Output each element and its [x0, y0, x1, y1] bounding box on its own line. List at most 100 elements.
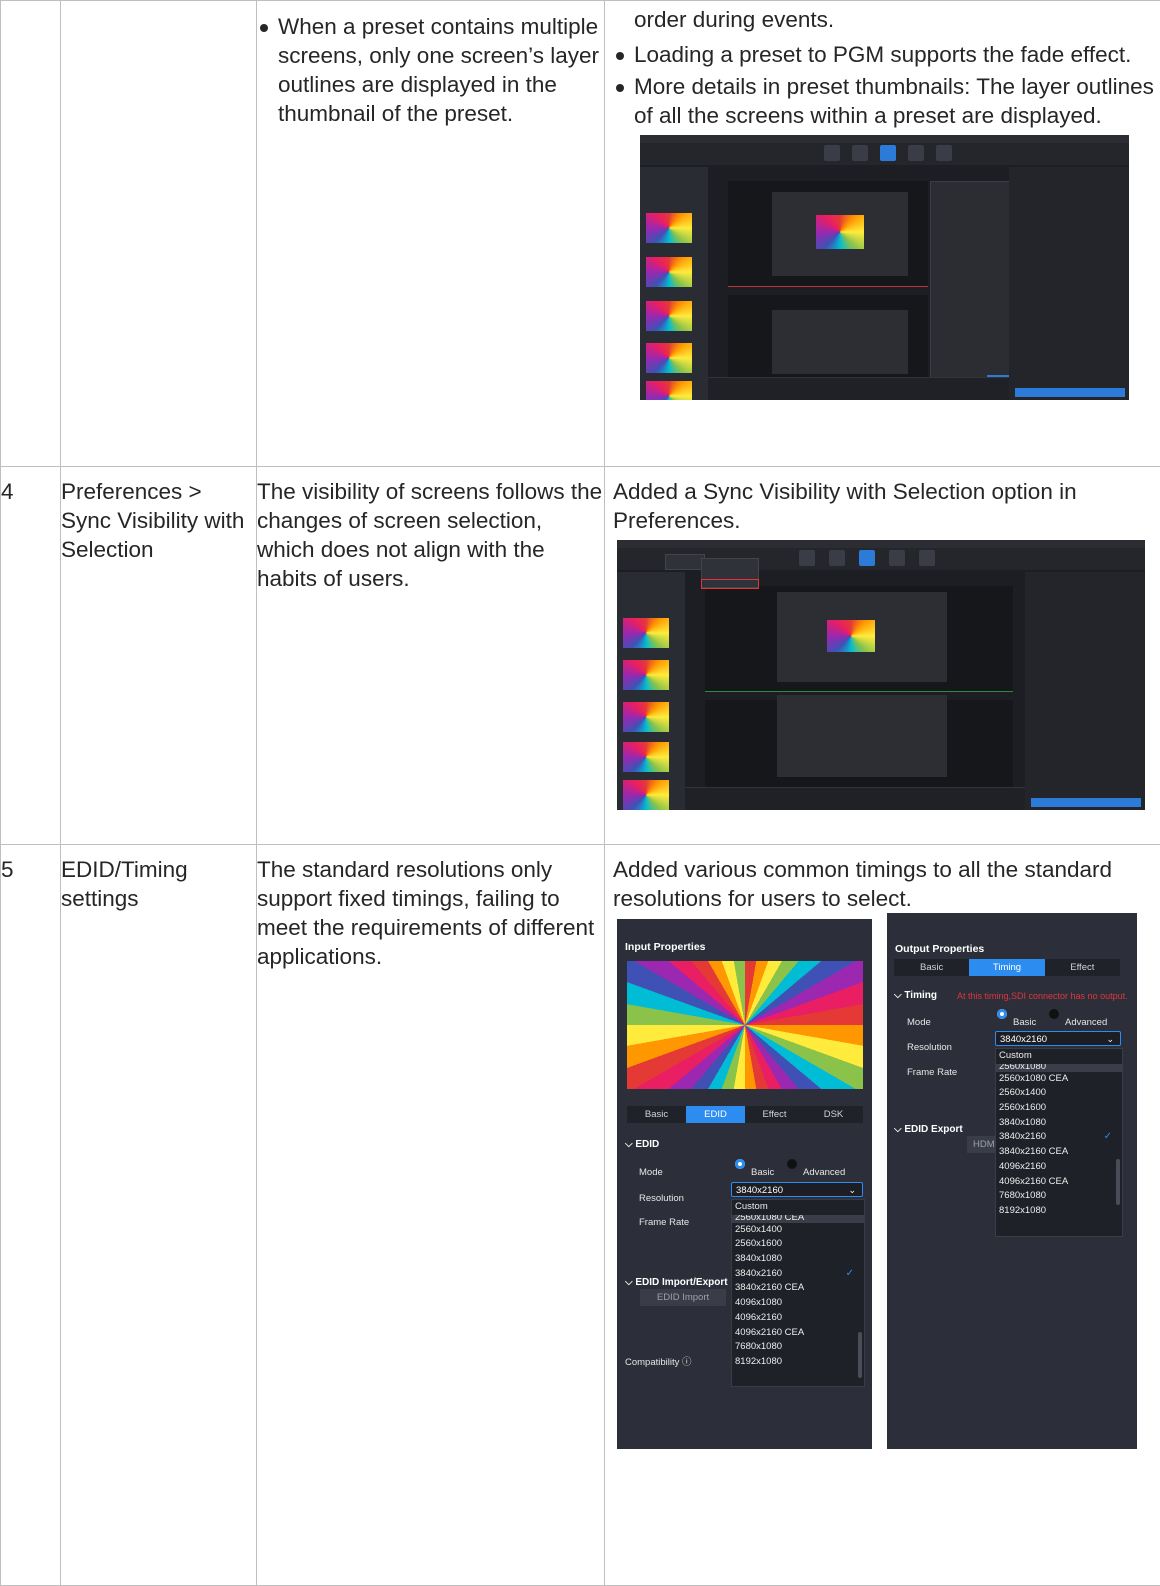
continued-text: order during events. — [613, 5, 1160, 34]
tab-effect[interactable]: Effect — [1045, 959, 1120, 976]
add-button[interactable] — [1031, 798, 1141, 807]
optimization-bullet: Loading a preset to PGM supports the fad… — [613, 40, 1160, 69]
dropdown-option[interactable]: 4096x2160 — [996, 1160, 1122, 1175]
problem-bullet: When a preset contains multiple screens,… — [257, 12, 604, 128]
resolution-dropdown[interactable]: Custom 2560x1080 2560x1080 CEA 2560x1400… — [995, 1048, 1123, 1237]
dropdown-scrollbar[interactable] — [1116, 1159, 1120, 1205]
dropdown-option-selected[interactable]: 3840x2160 ✓ — [732, 1267, 864, 1282]
timing-section-header[interactable]: ⌵ Timing — [894, 981, 937, 1010]
input-thumbnail — [623, 660, 669, 690]
problem-cell: The standard resolutions only support fi… — [257, 845, 605, 1586]
feature-cell — [61, 1, 257, 467]
dropdown-option[interactable]: 2560x1080 CEA — [996, 1072, 1122, 1087]
feature-cell: EDID/Timing settings — [61, 845, 257, 1586]
tab-effect[interactable]: Effect — [745, 1106, 804, 1123]
programming-nav-icon — [880, 145, 896, 161]
optimization-bullet: More details in preset thumbnails: The l… — [613, 72, 1160, 130]
preview-image — [816, 215, 864, 249]
dropdown-option[interactable]: 2560x1600 — [996, 1101, 1122, 1116]
screen-nav-icon — [829, 550, 845, 566]
input-thumbnail — [623, 702, 669, 732]
dropdown-option[interactable]: 4096x2160 — [732, 1311, 864, 1326]
edid-section-title: EDID — [635, 1139, 659, 1150]
output-properties-panel: Output Properties Basic Timing Effect ⌵ … — [887, 913, 1137, 1449]
mode-advanced-radio[interactable] — [1049, 1009, 1059, 1019]
dropdown-option[interactable]: 2560x1600 — [732, 1237, 864, 1252]
tab-timing[interactable]: Timing — [969, 959, 1044, 976]
dropdown-option[interactable]: Custom — [732, 1200, 864, 1215]
programming-nav-icon — [859, 550, 875, 566]
checkmark-icon: ✓ — [846, 1267, 854, 1282]
screen-nav-icon — [852, 145, 868, 161]
dropdown-option[interactable]: 7680x1080 — [996, 1189, 1122, 1204]
edid-import-export-title: EDID Import/Export — [635, 1277, 727, 1288]
input-thumbnail — [646, 343, 692, 373]
optimization-cell: order during events. Loading a preset to… — [605, 1, 1160, 467]
option-label: 3840x2160 — [735, 1268, 782, 1279]
optimization-text: Added a Sync Visibility with Selection o… — [613, 477, 1160, 535]
table-row: 4 Preferences > Sync Visibility with Sel… — [1, 467, 1160, 845]
edid-section-header[interactable]: ⌵ EDID — [625, 1130, 659, 1159]
resolution-value: 3840x2160 — [1000, 1034, 1047, 1045]
input-thumbnail — [646, 213, 692, 243]
dropdown-option[interactable]: 8192x1080 — [996, 1204, 1122, 1219]
input-thumbnail — [623, 618, 669, 648]
program-screen — [777, 695, 947, 777]
feature-table: When a preset contains multiple screens,… — [0, 0, 1160, 1586]
properties-screenshots: Input Properties Basic EDID Effect DSK ⌵… — [613, 913, 1160, 1453]
preset-panel — [1025, 572, 1145, 810]
mode-advanced-radio[interactable] — [787, 1159, 797, 1169]
mode-basic-radio[interactable] — [735, 1159, 745, 1169]
mode-basic-radio[interactable] — [997, 1009, 1007, 1019]
dropdown-option[interactable]: 4096x2160 CEA — [996, 1175, 1122, 1190]
add-button[interactable] — [1015, 388, 1125, 397]
dropdown-option[interactable]: 2560x1080 — [996, 1064, 1122, 1072]
chevron-down-icon: ⌄ — [1106, 1032, 1114, 1047]
device-nav-icon — [799, 550, 815, 566]
dropdown-option[interactable]: 2560x1400 — [732, 1223, 864, 1238]
table-row: 5 EDID/Timing settings The standard reso… — [1, 845, 1160, 1586]
device-nav-icon — [824, 145, 840, 161]
input-preview-image — [627, 961, 863, 1089]
dropdown-option[interactable]: 4096x2160 CEA — [732, 1326, 864, 1341]
dropdown-option[interactable]: 3840x2160 CEA — [732, 1281, 864, 1296]
dropdown-option[interactable]: 3840x1080 — [732, 1252, 864, 1267]
optimization-cell: Added various common timings to all the … — [605, 845, 1160, 1586]
tab-basic[interactable]: Basic — [627, 1106, 686, 1123]
checkmark-icon: ✓ — [1104, 1130, 1112, 1145]
dropdown-option[interactable]: 3840x1080 — [996, 1116, 1122, 1131]
dropdown-option[interactable]: Custom — [996, 1049, 1122, 1064]
table-row: When a preset contains multiple screens,… — [1, 1, 1160, 467]
dropdown-option[interactable]: 7680x1080 — [732, 1340, 864, 1355]
dropdown-scrollbar[interactable] — [858, 1332, 862, 1378]
preset-panel — [1009, 167, 1129, 400]
panel-title: Input Properties — [625, 933, 706, 962]
optimization-text: Added various common timings to all the … — [613, 855, 1160, 913]
dropdown-option[interactable]: 4096x1080 — [732, 1296, 864, 1311]
resolution-select[interactable]: 3840x2160 ⌄ — [995, 1031, 1121, 1046]
dropdown-option[interactable]: 2560x1400 — [996, 1086, 1122, 1101]
row-number-cell: 4 — [1, 467, 61, 845]
program-screen — [772, 310, 908, 374]
tab-dsk[interactable]: DSK — [804, 1106, 863, 1123]
audio-nav-icon — [919, 550, 935, 566]
settings-menu[interactable] — [665, 554, 705, 570]
preview-image — [827, 620, 875, 652]
input-sidebar — [617, 572, 685, 810]
frame-rate-label: Frame Rate — [639, 1208, 689, 1237]
dropdown-option[interactable]: 2560x1080 CEA — [732, 1215, 864, 1223]
edid-import-button[interactable]: EDID Import — [640, 1289, 726, 1306]
resolution-select[interactable]: 3840x2160 ⌄ — [731, 1182, 863, 1197]
dropdown-option[interactable]: 8192x1080 — [732, 1355, 864, 1370]
dropdown-option[interactable]: 3840x2160 CEA — [996, 1145, 1122, 1160]
chevron-down-icon: ⌄ — [848, 1183, 856, 1198]
dropdown-option-selected[interactable]: 3840x2160✓ — [996, 1130, 1122, 1145]
edid-export-header[interactable]: ⌵ EDID Export — [894, 1115, 963, 1144]
tab-basic[interactable]: Basic — [894, 959, 969, 976]
input-thumbnail — [646, 301, 692, 331]
input-thumbnail — [623, 780, 669, 810]
tab-edid[interactable]: EDID — [686, 1106, 745, 1123]
resolution-dropdown[interactable]: Custom 2560x1080 CEA 2560x1400 2560x1600… — [731, 1199, 865, 1387]
frame-rate-label: Frame Rate — [907, 1058, 957, 1087]
input-thumbnail — [646, 257, 692, 287]
